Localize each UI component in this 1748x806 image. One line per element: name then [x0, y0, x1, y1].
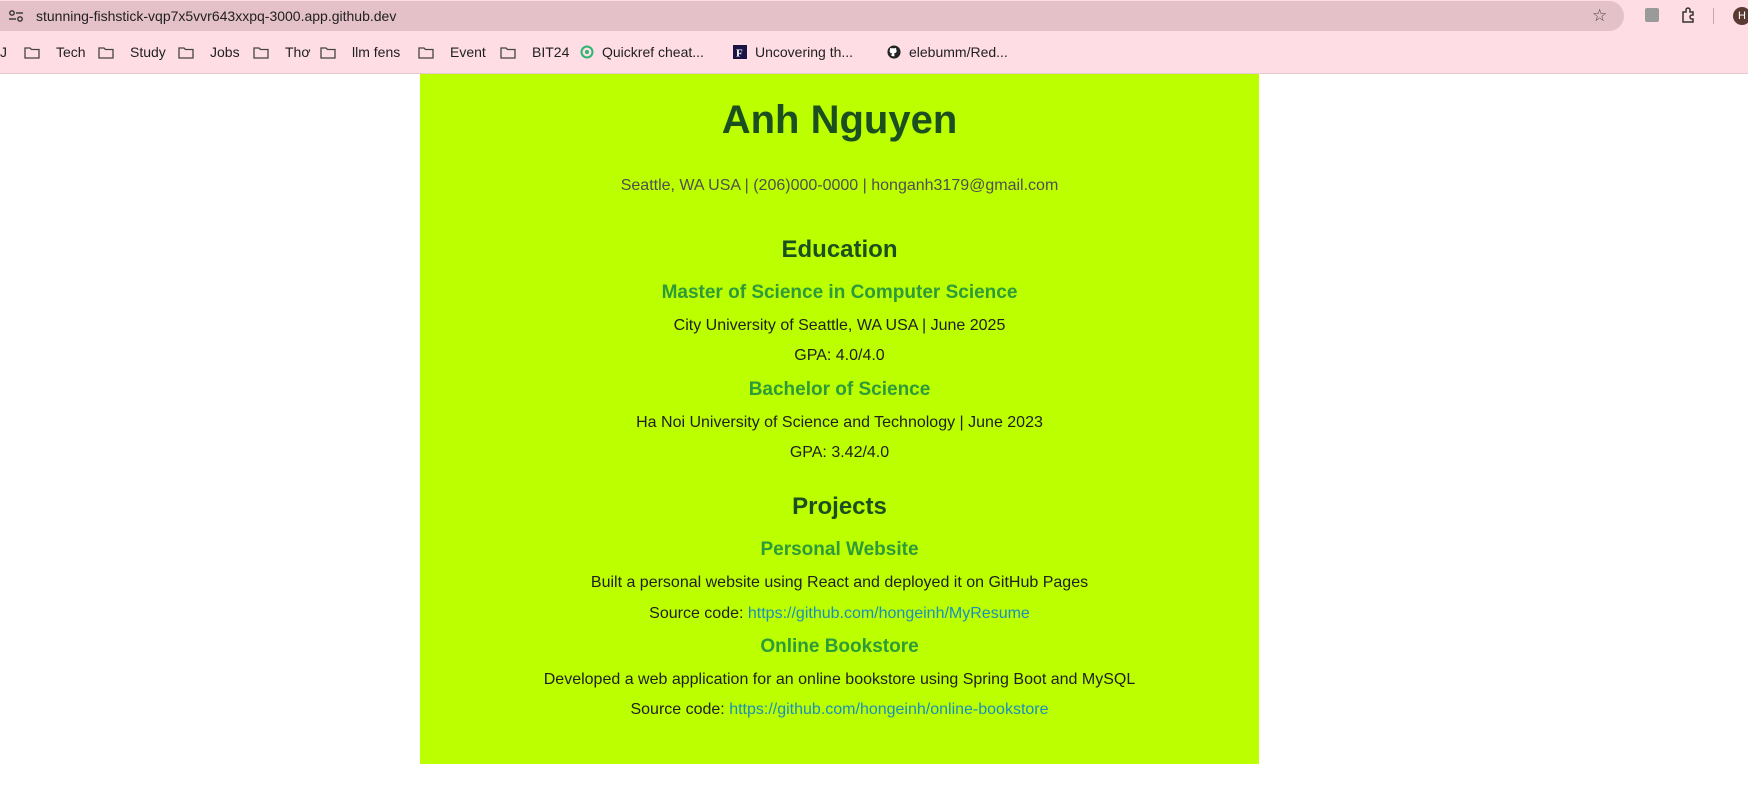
bookmark-folder[interactable]: Event: [418, 44, 486, 60]
project-title: Online Bookstore: [760, 636, 919, 657]
source-code-link[interactable]: https://github.com/hongeinh/MyResume: [748, 605, 1030, 622]
profile-avatar[interactable]: H: [1733, 7, 1748, 25]
project-source: Source code: https://github.com/hongeinh…: [420, 605, 1259, 623]
gpa-text: GPA: 4.0/4.0: [794, 347, 885, 364]
bookmark-label: Tech: [56, 44, 86, 60]
toolbar-divider: [1713, 8, 1714, 24]
bookmark-item[interactable]: Quickref cheat...: [580, 44, 704, 60]
school-info: Ha Noi University of Science and Technol…: [636, 414, 1043, 431]
folder-icon: [178, 46, 202, 59]
folder-icon: [500, 46, 524, 59]
contact-info: Seattle, WA USA | (206)000-0000 | hongan…: [620, 177, 1059, 194]
bookmark-folder[interactable]: Thơ: [253, 44, 311, 60]
folder-icon: [320, 46, 344, 59]
bookmark-label: Thơ: [285, 44, 311, 60]
project-description: Developed a web application for an onlin…: [543, 671, 1136, 688]
degree-title: Master of Science in Computer Science: [661, 282, 1018, 303]
resume-card: Anh Nguyen Seattle, WA USA | (206)000-00…: [420, 74, 1259, 764]
folder-icon: [98, 46, 122, 59]
source-code-label: Source code:: [630, 701, 730, 718]
bookmark-label: J: [0, 44, 7, 60]
quickref-icon: [580, 45, 602, 59]
bookmark-folder[interactable]: llm fens: [320, 44, 400, 60]
education-heading: Education: [781, 236, 898, 263]
project-title: Personal Website: [760, 539, 919, 560]
folder-icon: [24, 46, 48, 59]
bookmark-folder[interactable]: Tech: [24, 44, 86, 60]
site-info-icon[interactable]: [8, 9, 24, 23]
bookmark-label: Quickref cheat...: [602, 44, 704, 60]
bookmark-item[interactable]: J: [0, 44, 7, 60]
url-text[interactable]: stunning-fishstick-vqp7x5vvr643xxpq-3000…: [36, 8, 396, 24]
source-code-link[interactable]: https://github.com/hongeinh/online-books…: [729, 701, 1048, 718]
bookmark-folder[interactable]: Jobs: [178, 44, 240, 60]
school-info: City University of Seattle, WA USA | Jun…: [673, 317, 1006, 334]
bookmark-label: Study: [130, 44, 166, 60]
folder-icon: [418, 46, 442, 59]
extensions-puzzle-icon[interactable]: [1680, 6, 1698, 24]
extension-icon[interactable]: [1645, 8, 1659, 22]
project-source: Source code: https://github.com/hongeinh…: [420, 701, 1259, 719]
bookmark-item[interactable]: elebumm/Red...: [887, 44, 1008, 60]
bookmark-star-icon[interactable]: ☆: [1592, 6, 1607, 26]
projects-heading: Projects: [792, 493, 887, 520]
bookmark-label: BIT24: [532, 44, 570, 60]
gpa-text: GPA: 3.42/4.0: [789, 444, 890, 461]
project-description: Built a personal website using React and…: [590, 574, 1089, 591]
bookmark-folder[interactable]: Study: [98, 44, 166, 60]
folder-icon: [253, 46, 277, 59]
bookmark-item[interactable]: F Uncovering th...: [733, 44, 853, 60]
bookmark-label: Event: [450, 44, 486, 60]
degree-title: Bachelor of Science: [748, 379, 931, 400]
bookmark-folder[interactable]: BIT24: [500, 44, 569, 60]
bookmark-label: elebumm/Red...: [909, 44, 1008, 60]
bookmark-label: Uncovering th...: [755, 44, 854, 60]
bookmark-label: Jobs: [210, 44, 240, 60]
address-bar[interactable]: stunning-fishstick-vqp7x5vvr643xxpq-3000…: [0, 1, 1624, 31]
source-code-label: Source code:: [649, 605, 748, 622]
bookmark-label: llm fens: [352, 44, 401, 60]
f-logo-icon: F: [733, 45, 755, 59]
bookmarks-bar: J Tech Study Jobs Thơ llm fens Event BIT24 Quick…: [0, 32, 1748, 74]
github-icon: [887, 45, 909, 59]
svg-text:F: F: [736, 48, 743, 60]
browser-toolbar: stunning-fishstick-vqp7x5vvr643xxpq-3000…: [0, 0, 1748, 32]
page-title: Anh Nguyen: [721, 98, 958, 142]
